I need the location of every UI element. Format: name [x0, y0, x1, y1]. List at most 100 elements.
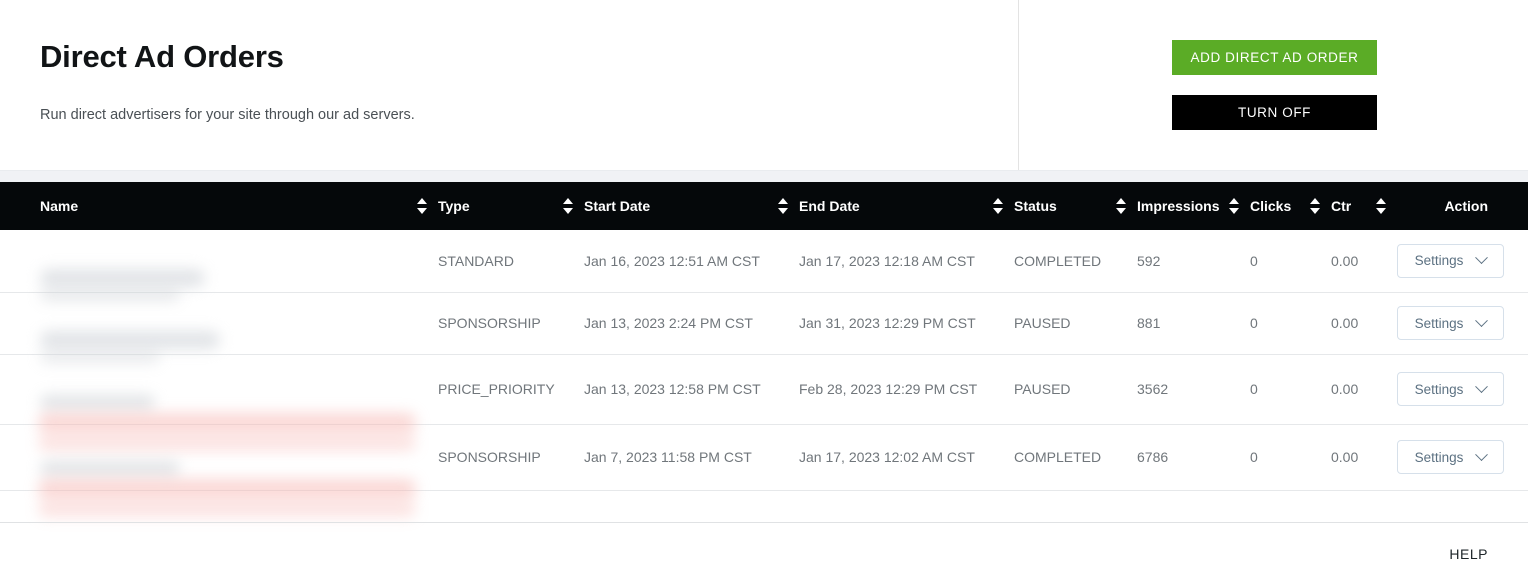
cell-type: SPONSORSHIP	[438, 292, 584, 355]
settings-button-label: Settings	[1414, 381, 1464, 397]
cell-start-date: Jan 13, 2023 12:58 PM CST	[584, 354, 799, 425]
cell-status: COMPLETED	[1014, 424, 1137, 491]
add-direct-ad-order-button[interactable]: ADD DIRECT AD ORDER	[1172, 40, 1377, 75]
direct-ad-orders-table: Name Type Start Date End Date Status Imp…	[0, 182, 1528, 517]
sort-control-ctr[interactable]	[1369, 182, 1397, 230]
column-header-clicks[interactable]: Clicks	[1250, 182, 1303, 230]
cell-status: COMPLETED	[1014, 230, 1137, 293]
table-row[interactable]: SPONSORSHIP Jan 7, 2023 11:58 PM CST Jan…	[0, 424, 1528, 517]
sort-control-start-date[interactable]	[761, 182, 799, 230]
cell-end-date: Jan 17, 2023 12:18 AM CST	[799, 230, 1014, 293]
cell-action: Settings	[1397, 354, 1528, 425]
sort-control-clicks[interactable]	[1303, 182, 1331, 230]
cell-action: Settings	[1397, 292, 1528, 355]
column-header-type[interactable]: Type	[438, 182, 546, 230]
settings-dropdown-button[interactable]: Settings	[1397, 243, 1504, 278]
settings-dropdown-button[interactable]: Settings	[1397, 306, 1504, 340]
chevron-down-icon	[1475, 379, 1489, 393]
column-header-start-date[interactable]: Start Date	[584, 182, 761, 230]
sort-control-impressions[interactable]	[1222, 182, 1250, 230]
orders-table-container: Name Type Start Date End Date Status Imp…	[0, 182, 1528, 517]
cell-clicks: 0	[1250, 424, 1331, 491]
column-header-action-label: Action	[1444, 198, 1488, 214]
column-header-clicks-label: Clicks	[1250, 198, 1292, 214]
chevron-down-icon	[1475, 447, 1489, 461]
sort-arrows-icon[interactable]	[1375, 198, 1387, 214]
cell-status: PAUSED	[1014, 292, 1137, 355]
sort-arrows-icon[interactable]	[1309, 198, 1321, 214]
cell-start-date: Jan 7, 2023 11:58 PM CST	[584, 424, 799, 491]
cell-action: Settings	[1397, 230, 1528, 293]
sort-arrows-icon[interactable]	[992, 198, 1004, 214]
cell-action: Settings	[1397, 424, 1528, 491]
chevron-down-icon	[1475, 251, 1489, 265]
header-vertical-divider	[1018, 0, 1019, 170]
sort-arrows-icon[interactable]	[562, 198, 574, 214]
column-header-action: Action	[1397, 182, 1528, 230]
cell-clicks: 0	[1250, 292, 1331, 355]
header-actions: ADD DIRECT AD ORDER TURN OFF	[1172, 40, 1377, 130]
column-header-end-date-label: End Date	[799, 198, 860, 214]
cell-ctr: 0.00	[1331, 292, 1397, 355]
sort-control-status[interactable]	[1099, 182, 1137, 230]
cell-name	[0, 354, 438, 451]
cell-ctr: 0.00	[1331, 230, 1397, 293]
cell-end-date: Jan 17, 2023 12:02 AM CST	[799, 424, 1014, 491]
cell-type: PRICE_PRIORITY	[438, 354, 584, 425]
table-row[interactable]: PRICE_PRIORITY Jan 13, 2023 12:58 PM CST…	[0, 354, 1528, 451]
sort-arrows-icon[interactable]	[1115, 198, 1127, 214]
settings-dropdown-button[interactable]: Settings	[1397, 372, 1504, 406]
cell-name	[0, 424, 438, 517]
column-header-status-label: Status	[1014, 198, 1057, 214]
column-header-start-date-label: Start Date	[584, 198, 651, 214]
cell-impressions: 3562	[1137, 354, 1250, 425]
sort-control-name[interactable]	[400, 182, 438, 230]
sort-control-type[interactable]	[546, 182, 584, 230]
cell-type: SPONSORSHIP	[438, 424, 584, 491]
cell-ctr: 0.00	[1331, 424, 1397, 491]
settings-button-label: Settings	[1414, 449, 1464, 465]
page-title: Direct Ad Orders	[40, 39, 284, 74]
help-link[interactable]: HELP	[1449, 546, 1488, 562]
table-body: STANDARD Jan 16, 2023 12:51 AM CST Jan 1…	[0, 230, 1528, 517]
footer-divider	[0, 522, 1528, 523]
cell-status: PAUSED	[1014, 354, 1137, 425]
cell-name	[0, 292, 438, 363]
header-table-gutter	[0, 170, 1528, 182]
cell-end-date: Feb 28, 2023 12:29 PM CST	[799, 354, 1014, 425]
table-row[interactable]: STANDARD Jan 16, 2023 12:51 AM CST Jan 1…	[0, 230, 1528, 301]
column-header-impressions[interactable]: Impressions	[1137, 182, 1222, 230]
cell-ctr: 0.00	[1331, 354, 1397, 425]
cell-impressions: 592	[1137, 230, 1250, 293]
column-header-type-label: Type	[438, 198, 470, 214]
cell-impressions: 6786	[1137, 424, 1250, 491]
cell-start-date: Jan 13, 2023 2:24 PM CST	[584, 292, 799, 355]
sort-control-end-date[interactable]	[976, 182, 1014, 230]
column-header-name[interactable]: Name	[0, 182, 400, 230]
column-header-end-date[interactable]: End Date	[799, 182, 976, 230]
settings-button-label: Settings	[1414, 315, 1464, 331]
table-row[interactable]: SPONSORSHIP Jan 13, 2023 2:24 PM CST Jan…	[0, 292, 1528, 363]
cell-type: STANDARD	[438, 230, 584, 293]
settings-dropdown-button[interactable]: Settings	[1397, 440, 1504, 474]
page-subtitle: Run direct advertisers for your site thr…	[40, 107, 415, 123]
turn-off-button[interactable]: TURN OFF	[1172, 95, 1377, 130]
cell-clicks: 0	[1250, 354, 1331, 425]
page-header: Direct Ad Orders Run direct advertisers …	[0, 0, 1528, 170]
column-header-impressions-label: Impressions	[1137, 198, 1220, 214]
sort-arrows-icon[interactable]	[416, 198, 428, 214]
settings-button-label: Settings	[1414, 253, 1464, 269]
table-header: Name Type Start Date End Date Status Imp…	[0, 182, 1528, 230]
sort-arrows-icon[interactable]	[777, 198, 789, 214]
column-header-ctr-label: Ctr	[1331, 198, 1352, 214]
column-header-status[interactable]: Status	[1014, 182, 1099, 230]
sort-arrows-icon[interactable]	[1228, 198, 1240, 214]
chevron-down-icon	[1475, 313, 1489, 327]
column-header-ctr[interactable]: Ctr	[1331, 182, 1369, 230]
cell-start-date: Jan 16, 2023 12:51 AM CST	[584, 230, 799, 293]
direct-ad-orders-page: Direct Ad Orders Run direct advertisers …	[0, 0, 1528, 583]
cell-end-date: Jan 31, 2023 12:29 PM CST	[799, 292, 1014, 355]
cell-impressions: 881	[1137, 292, 1250, 355]
cell-name	[0, 230, 438, 301]
column-header-name-label: Name	[40, 198, 79, 214]
